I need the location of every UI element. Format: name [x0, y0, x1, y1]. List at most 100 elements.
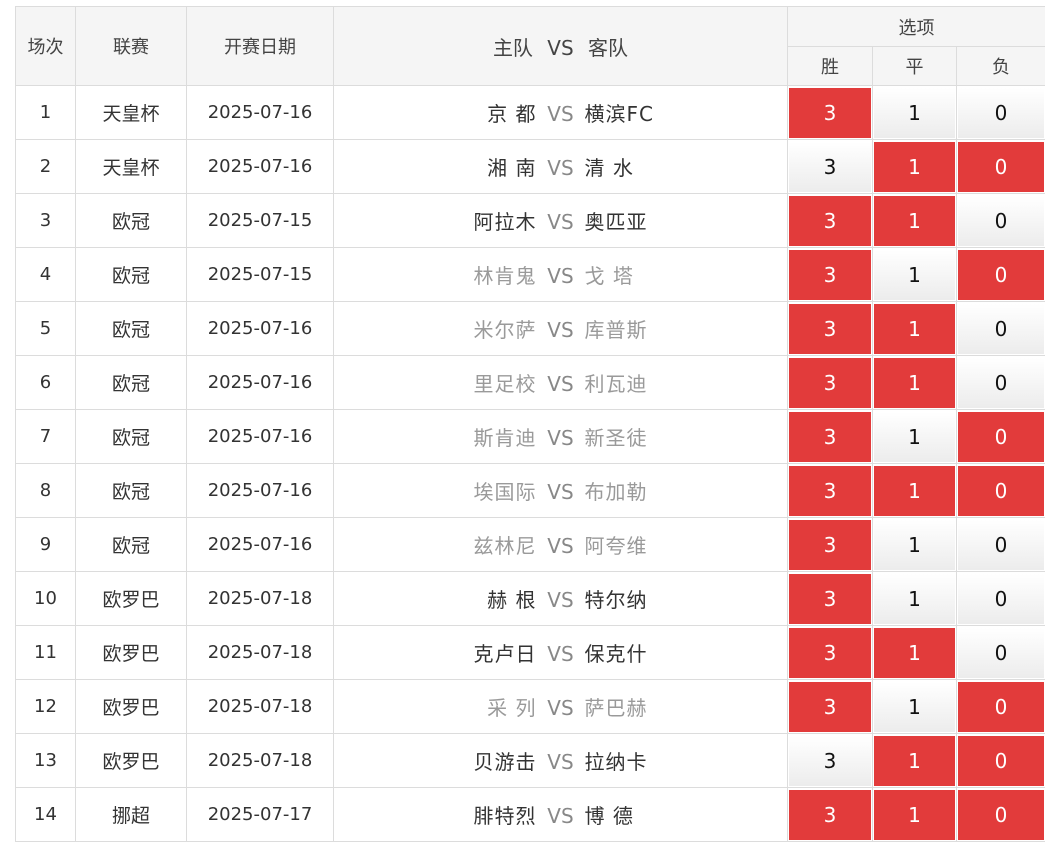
option-draw-button[interactable]: 1: [874, 141, 955, 192]
vs-label: VS: [547, 318, 574, 342]
home-team: 兹林尼: [473, 534, 537, 558]
option-win-button[interactable]: 3: [789, 87, 871, 138]
option-win-button[interactable]: 3: [789, 681, 871, 732]
away-team: 清 水: [584, 156, 634, 180]
option-win-button[interactable]: 3: [789, 627, 871, 678]
option-win-button[interactable]: 3: [789, 735, 871, 786]
vs-label: VS: [547, 480, 574, 504]
row-match: 克卢日 VS 保克什: [333, 625, 788, 680]
option-loss-button[interactable]: 0: [958, 681, 1045, 732]
option-draw-cell: 1: [872, 247, 957, 302]
header-vs: VS: [547, 35, 574, 60]
option-draw-button[interactable]: 1: [874, 735, 955, 786]
away-team: 利瓦迪: [584, 372, 648, 396]
row-match: 采 列 VS 萨巴赫: [333, 679, 788, 734]
option-draw-button[interactable]: 1: [874, 465, 955, 516]
away-team: 横滨FC: [584, 102, 654, 126]
table-row: 13 欧罗巴 2025-07-18 贝游击 VS 拉纳卡 3 1 0: [15, 733, 1045, 788]
header-home: 主队: [492, 35, 533, 60]
option-win-button[interactable]: 3: [789, 141, 871, 192]
option-loss-cell: 0: [955, 247, 1045, 302]
row-index: 5: [15, 301, 76, 356]
row-index: 3: [15, 193, 76, 248]
option-win-cell: 3: [787, 733, 873, 788]
option-draw-cell: 1: [872, 409, 957, 464]
option-loss-button[interactable]: 0: [958, 735, 1045, 786]
header-options: 选项: [786, 6, 1045, 47]
option-draw-cell: 1: [872, 787, 957, 842]
option-draw-button[interactable]: 1: [874, 303, 955, 354]
option-win-cell: 3: [787, 139, 873, 194]
option-win-cell: 3: [787, 301, 873, 356]
option-loss-cell: 0: [955, 463, 1045, 518]
option-loss-button[interactable]: 0: [958, 627, 1045, 678]
row-match: 埃国际 VS 布加勒: [333, 463, 788, 518]
row-index: 13: [15, 733, 76, 788]
option-loss-cell: 0: [955, 571, 1045, 626]
away-team: 萨巴赫: [584, 696, 648, 720]
option-draw-cell: 1: [872, 139, 957, 194]
option-loss-button[interactable]: 0: [958, 195, 1045, 246]
option-draw-button[interactable]: 1: [874, 627, 955, 678]
option-win-button[interactable]: 3: [789, 789, 871, 840]
option-win-button[interactable]: 3: [789, 195, 871, 246]
row-league: 欧冠: [75, 517, 187, 572]
row-index: 14: [15, 787, 76, 842]
option-loss-cell: 0: [955, 409, 1045, 464]
option-loss-button[interactable]: 0: [958, 249, 1045, 300]
away-team: 戈 塔: [584, 264, 634, 288]
option-win-button[interactable]: 3: [789, 303, 871, 354]
option-win-button[interactable]: 3: [789, 249, 871, 300]
option-loss-button[interactable]: 0: [958, 789, 1045, 840]
option-win-button[interactable]: 3: [789, 573, 871, 624]
away-team: 布加勒: [584, 480, 648, 504]
row-match: 米尔萨 VS 库普斯: [333, 301, 788, 356]
option-draw-button[interactable]: 1: [874, 249, 955, 300]
option-loss-button[interactable]: 0: [958, 519, 1045, 570]
option-win-button[interactable]: 3: [789, 465, 871, 516]
option-loss-button[interactable]: 0: [958, 465, 1045, 516]
option-draw-button[interactable]: 1: [874, 681, 955, 732]
header-match: 主队 VS 客队: [333, 6, 788, 86]
option-win-cell: 3: [787, 409, 873, 464]
home-team: 林肯鬼: [473, 264, 537, 288]
table-row: 8 欧冠 2025-07-16 埃国际 VS 布加勒 3 1 0: [15, 463, 1045, 518]
home-team: 埃国际: [473, 480, 537, 504]
row-match: 湘 南 VS 清 水: [333, 139, 788, 194]
option-win-cell: 3: [787, 247, 873, 302]
row-league: 欧冠: [75, 355, 187, 410]
option-loss-button[interactable]: 0: [958, 573, 1045, 624]
option-loss-button[interactable]: 0: [958, 141, 1045, 192]
option-win-button[interactable]: 3: [789, 411, 871, 462]
row-date: 2025-07-16: [186, 85, 334, 140]
away-team: 拉纳卡: [584, 750, 648, 774]
option-win-cell: 3: [787, 355, 873, 410]
option-draw-button[interactable]: 1: [874, 411, 955, 462]
option-win-button[interactable]: 3: [789, 519, 871, 570]
row-league: 欧冠: [75, 409, 187, 464]
option-loss-button[interactable]: 0: [958, 357, 1045, 408]
option-draw-button[interactable]: 1: [874, 357, 955, 408]
option-loss-button[interactable]: 0: [958, 411, 1045, 462]
option-draw-cell: 1: [872, 517, 957, 572]
option-draw-button[interactable]: 1: [874, 573, 955, 624]
option-loss-cell: 0: [955, 787, 1045, 842]
header-opt-win: 胜: [787, 46, 873, 86]
table-row: 12 欧罗巴 2025-07-18 采 列 VS 萨巴赫 3 1 0: [15, 679, 1045, 734]
option-win-cell: 3: [787, 517, 873, 572]
vs-label: VS: [547, 426, 574, 450]
option-loss-button[interactable]: 0: [958, 87, 1045, 138]
option-loss-cell: 0: [955, 85, 1045, 140]
option-draw-button[interactable]: 1: [874, 195, 955, 246]
row-match: 腓特烈 VS 博 德: [333, 787, 788, 842]
option-draw-button[interactable]: 1: [874, 789, 955, 840]
vs-label: VS: [547, 804, 574, 828]
option-draw-button[interactable]: 1: [874, 87, 955, 138]
option-draw-cell: 1: [872, 85, 957, 140]
option-win-button[interactable]: 3: [789, 357, 871, 408]
vs-label: VS: [547, 696, 574, 720]
option-loss-button[interactable]: 0: [958, 303, 1045, 354]
option-draw-button[interactable]: 1: [874, 519, 955, 570]
table-row: 10 欧罗巴 2025-07-18 赫 根 VS 特尔纳 3 1 0: [15, 571, 1045, 626]
vs-label: VS: [547, 264, 574, 288]
